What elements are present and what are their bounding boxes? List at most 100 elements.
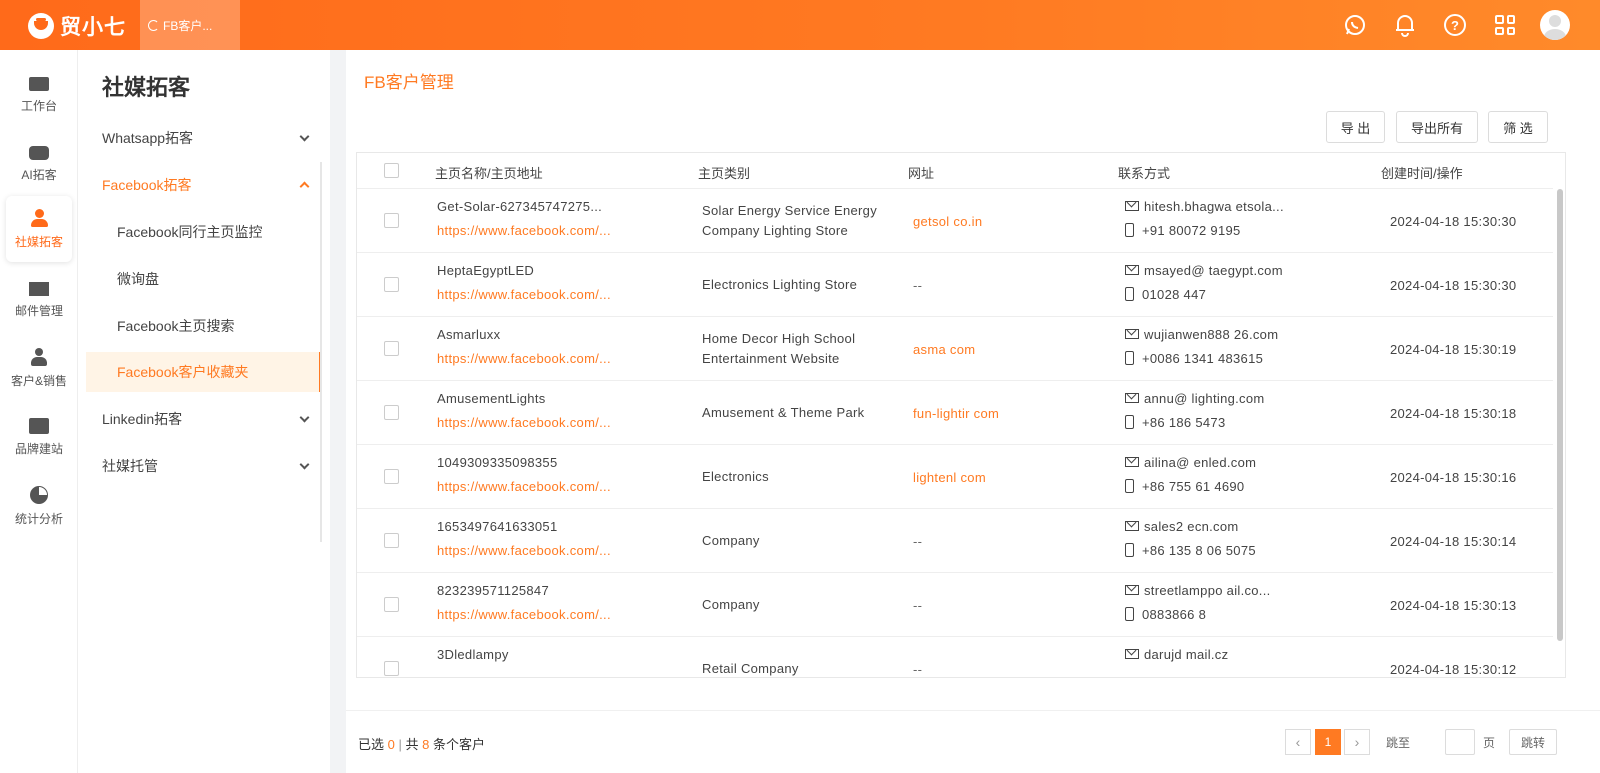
total-count: 8 <box>422 737 430 752</box>
row-checkbox[interactable] <box>384 597 399 612</box>
page-name: Get-Solar-627345747275... <box>437 199 603 214</box>
page-url-link[interactable]: https://www.facebook.com/... <box>437 223 611 238</box>
logo-icon <box>28 13 54 39</box>
chevron-down-icon <box>299 131 310 142</box>
chevron-up-icon <box>299 181 310 192</box>
rail-label: 邮件管理 <box>14 303 63 318</box>
created-time: 2024-04-18 15:30:18 <box>1390 406 1517 421</box>
sidebar-item-fb-favorites[interactable]: Facebook客户收藏夹 <box>86 352 322 392</box>
created-time: 2024-04-18 15:30:19 <box>1390 342 1517 357</box>
website-link[interactable]: lightenl com <box>913 470 986 485</box>
page-unit-label: 页 <box>1483 736 1496 750</box>
page-name: HeptaEgyptLED <box>437 263 535 278</box>
jump-page-input[interactable] <box>1445 729 1475 755</box>
apps-grid-icon[interactable] <box>1480 0 1530 50</box>
row-checkbox[interactable] <box>384 469 399 484</box>
row-checkbox[interactable] <box>384 405 399 420</box>
rail-item-workbench[interactable]: 工作台 <box>6 62 72 128</box>
page-category: Home Decor High School Entertainment Web… <box>702 331 856 366</box>
contact-email: darujd mail.cz <box>1125 647 1228 662</box>
rail-item-stats[interactable]: 统计分析 <box>6 473 72 539</box>
sidebar-item-fb-search[interactable]: Facebook主页搜索 <box>86 306 322 346</box>
export-button[interactable]: 导 出 <box>1326 111 1385 143</box>
chart-icon <box>29 417 49 434</box>
sidebar-item-fb-monitor[interactable]: Facebook同行主页监控 <box>86 212 322 252</box>
sidebar-item-micro-inquiry[interactable]: 微询盘 <box>86 259 322 299</box>
help-icon[interactable]: ? <box>1430 0 1480 50</box>
next-page-button[interactable]: › <box>1344 729 1370 755</box>
total-suffix: 条个客户 <box>433 737 486 752</box>
sidebar-scrollbar[interactable] <box>320 162 322 542</box>
app-logo[interactable]: 贸小七 <box>28 11 126 41</box>
sidebar-item-linkedin[interactable]: Linkedin拓客 <box>86 399 322 439</box>
rail-item-customers[interactable]: 客户&销售 <box>6 335 72 401</box>
page-number-current[interactable]: 1 <box>1315 729 1341 755</box>
website-link[interactable]: asma com <box>913 342 975 357</box>
table-row[interactable]: 1653497641633051 https://www.facebook.co… <box>357 509 1553 573</box>
page-url-link[interactable]: https://www.facebook.com/... <box>437 351 611 366</box>
mail-icon <box>1125 265 1139 275</box>
contact-email: streetlamppo ail.co... <box>1125 583 1271 598</box>
sidebar-item-facebook[interactable]: Facebook拓客 <box>86 165 322 205</box>
logo-text: 贸小七 <box>60 16 126 39</box>
chevron-down-icon <box>299 412 310 423</box>
prev-page-button[interactable]: ‹ <box>1285 729 1311 755</box>
table-row[interactable]: Asmarluxx https://www.facebook.com/... H… <box>357 317 1553 381</box>
bell-icon[interactable] <box>1380 0 1430 50</box>
select-all-checkbox[interactable] <box>384 163 399 178</box>
selected-count: 0 <box>387 737 395 752</box>
table-scrollbar[interactable] <box>1557 189 1563 641</box>
page-title: FB客户管理 <box>364 73 454 92</box>
refresh-icon <box>148 19 159 31</box>
table-row[interactable]: AmusementLights https://www.facebook.com… <box>357 381 1553 445</box>
sidebar-item-label: Facebook主页搜索 <box>117 318 235 334</box>
monitor-icon <box>29 76 49 91</box>
created-time: 2024-04-18 15:30:12 <box>1390 662 1517 677</box>
filter-button[interactable]: 筛 选 <box>1488 111 1548 143</box>
website-link: -- <box>913 278 923 293</box>
total-label: 共 <box>405 737 419 752</box>
sidebar-item-label: 社媒托管 <box>102 458 158 474</box>
website-link[interactable]: getsol co.in <box>913 214 982 229</box>
whatsapp-icon[interactable] <box>1330 0 1380 50</box>
rail-item-site[interactable]: 品牌建站 <box>6 404 72 470</box>
sidebar-item-whatsapp[interactable]: Whatsapp拓客 <box>86 118 322 158</box>
sidebar-item-hosting[interactable]: 社媒托管 <box>86 446 322 486</box>
header-created-time: 创建时间/操作 <box>1381 166 1463 181</box>
website-link[interactable]: fun-lightir com <box>913 406 999 421</box>
page-url-link[interactable]: https://www.facebook.com/... <box>437 415 611 430</box>
row-checkbox[interactable] <box>384 341 399 356</box>
row-checkbox[interactable] <box>384 277 399 292</box>
customer-table: 主页名称/主页地址 主页类别 网址 联系方式 创建时间/操作 Get-Solar… <box>356 152 1566 678</box>
header-category: 主页类别 <box>698 166 751 181</box>
row-checkbox[interactable] <box>384 661 399 676</box>
user-avatar[interactable] <box>1530 0 1580 50</box>
page-category: Solar Energy Service Energy Company Ligh… <box>702 203 878 238</box>
email-text: wujianwen888 26.com <box>1144 327 1279 342</box>
tab-fb-customers[interactable]: FB客户... <box>140 0 240 50</box>
person-icon <box>29 208 49 227</box>
page-url-link[interactable]: https://www.facebook.com/... <box>437 543 611 558</box>
page-category: Company <box>702 597 760 612</box>
jump-button[interactable]: 跳转 <box>1509 729 1557 755</box>
row-checkbox[interactable] <box>384 213 399 228</box>
table-row[interactable]: Get-Solar-627345747275... https://www.fa… <box>357 189 1553 253</box>
page-url-link[interactable]: https://www.facebook.com/... <box>437 287 611 302</box>
table-row[interactable]: HeptaEgyptLED https://www.facebook.com/.… <box>357 253 1553 317</box>
contact-phone: +91 80072 9195 <box>1125 223 1241 238</box>
table-row[interactable]: 3Dledlampy Retail Company -- darujd mail… <box>357 637 1553 677</box>
table-row[interactable]: 1049309335098355 https://www.facebook.co… <box>357 445 1553 509</box>
table-row[interactable]: 823239571125847 https://www.facebook.com… <box>357 573 1553 637</box>
export-all-button[interactable]: 导出所有 <box>1396 111 1478 143</box>
email-text: msayed@ taegypt.com <box>1144 263 1283 278</box>
rail-item-social[interactable]: 社媒拓客 <box>6 196 72 262</box>
page-url-link[interactable]: https://www.facebook.com/... <box>437 607 611 622</box>
row-checkbox[interactable] <box>384 533 399 548</box>
created-time: 2024-04-18 15:30:14 <box>1390 534 1517 549</box>
rail-item-ai[interactable]: AI拓客 <box>6 131 72 197</box>
rail-item-mail[interactable]: 邮件管理 <box>6 267 72 333</box>
mail-icon <box>1125 585 1139 595</box>
sidebar-item-label: Facebook客户收藏夹 <box>117 364 249 380</box>
page-url-link[interactable]: https://www.facebook.com/... <box>437 479 611 494</box>
selected-label: 已选 <box>358 737 385 752</box>
